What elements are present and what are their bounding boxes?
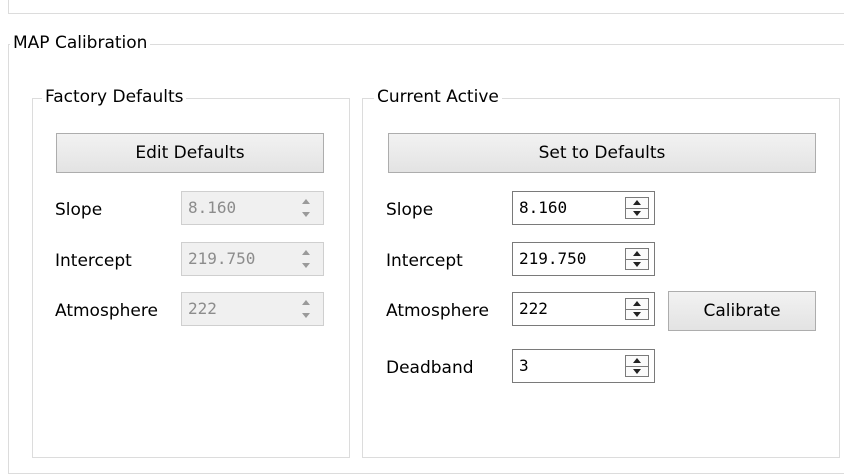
factory-atmosphere-value: 222 — [188, 299, 217, 318]
factory-atmosphere-stepper — [294, 298, 318, 320]
current-deadband-label: Deadband — [386, 358, 474, 378]
current-active-title: Current Active — [374, 87, 502, 107]
spin-up-icon[interactable] — [633, 200, 641, 205]
factory-intercept-value: 219.750 — [188, 249, 256, 268]
spin-up-icon[interactable] — [633, 301, 641, 306]
spin-up-icon[interactable] — [633, 251, 641, 256]
spin-up-icon — [302, 250, 310, 255]
factory-intercept-stepper — [294, 248, 318, 270]
spin-down-icon — [302, 212, 310, 217]
current-slope-spinbox[interactable]: 8.160 — [512, 191, 655, 225]
current-slope-label: Slope — [386, 200, 434, 220]
current-slope-value[interactable]: 8.160 — [519, 192, 567, 224]
factory-defaults-title: Factory Defaults — [42, 87, 187, 107]
current-deadband-spinbox[interactable]: 3 — [512, 349, 655, 383]
current-deadband-value[interactable]: 3 — [519, 350, 529, 382]
factory-atmosphere-spinbox: 222 — [181, 292, 324, 326]
spin-up-icon — [302, 199, 310, 204]
previous-group-edge — [8, 0, 844, 14]
spin-down-icon[interactable] — [633, 312, 641, 317]
current-atmosphere-value[interactable]: 222 — [519, 293, 548, 325]
spin-down-icon — [302, 313, 310, 318]
factory-slope-stepper — [294, 197, 318, 219]
current-intercept-label: Intercept — [386, 251, 463, 271]
factory-atmosphere-label: Atmosphere — [55, 301, 158, 321]
spin-down-icon[interactable] — [633, 369, 641, 374]
spin-down-icon[interactable] — [633, 262, 641, 267]
spin-down-icon — [302, 263, 310, 268]
current-atmosphere-spinbox[interactable]: 222 — [512, 292, 655, 326]
current-atmosphere-stepper[interactable] — [625, 298, 649, 320]
factory-intercept-label: Intercept — [55, 251, 132, 271]
current-atmosphere-label: Atmosphere — [386, 301, 489, 321]
edit-defaults-button[interactable]: Edit Defaults — [56, 133, 324, 173]
current-intercept-stepper[interactable] — [625, 248, 649, 270]
spin-up-icon[interactable] — [633, 358, 641, 363]
factory-slope-value: 8.160 — [188, 198, 237, 217]
spin-up-icon — [302, 300, 310, 305]
map-calibration-title: MAP Calibration — [10, 33, 151, 53]
current-intercept-value[interactable]: 219.750 — [519, 243, 586, 275]
factory-slope-label: Slope — [55, 200, 103, 220]
factory-slope-spinbox: 8.160 — [181, 191, 324, 225]
current-deadband-stepper[interactable] — [625, 355, 649, 377]
spin-down-icon[interactable] — [633, 211, 641, 216]
factory-intercept-spinbox: 219.750 — [181, 242, 324, 276]
current-slope-stepper[interactable] — [625, 197, 649, 219]
current-intercept-spinbox[interactable]: 219.750 — [512, 242, 655, 276]
calibrate-button[interactable]: Calibrate — [668, 291, 816, 331]
set-to-defaults-button[interactable]: Set to Defaults — [388, 133, 816, 173]
